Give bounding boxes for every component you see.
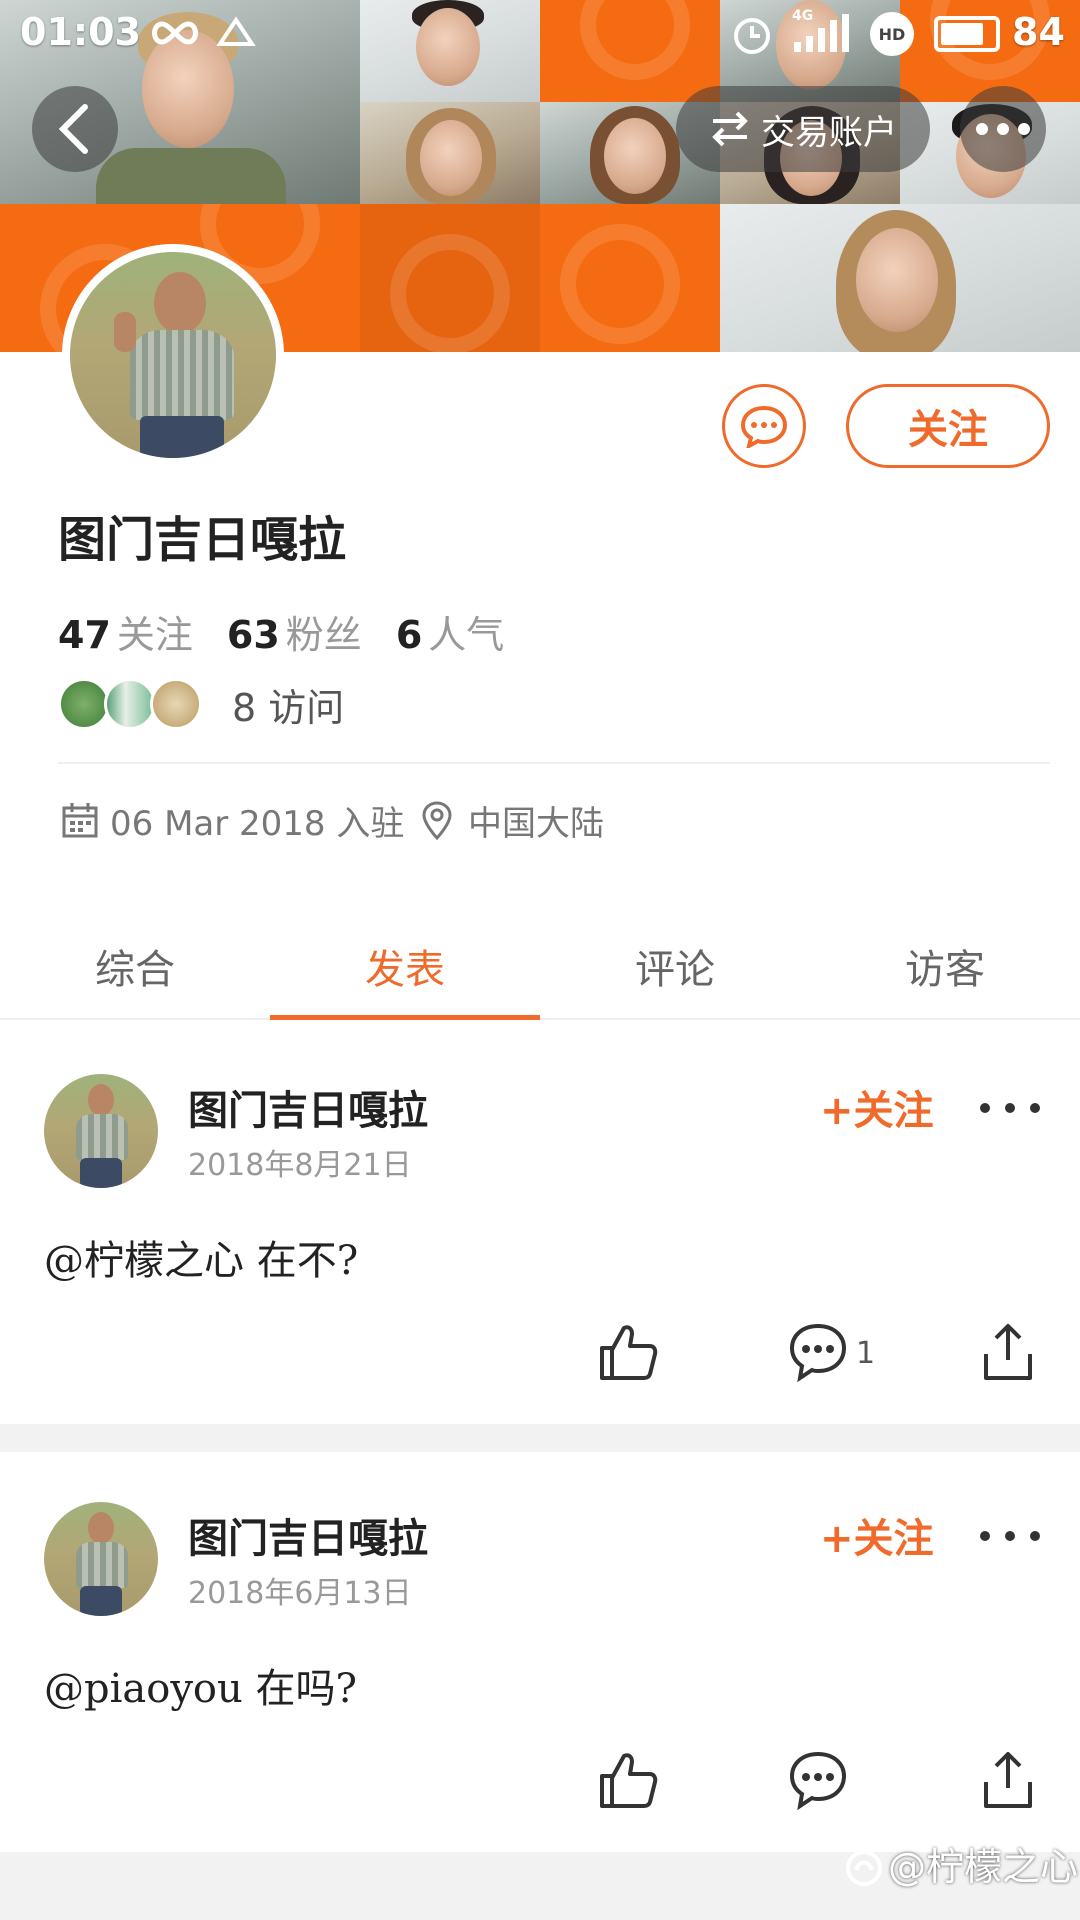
share-icon (984, 1324, 1032, 1380)
post-author-name[interactable]: 图门吉日嘎拉 (188, 1078, 428, 1136)
back-arrow-icon (58, 104, 88, 154)
post-item: 图门吉日嘎拉 2018年8月21日 +关注 @柠檬之心 在不? 1 (0, 1022, 1080, 1424)
post-separator (0, 1424, 1080, 1452)
recent-visitors[interactable]: 8 访问 (58, 676, 344, 732)
back-button[interactable] (32, 86, 118, 172)
battery-level: 84 (1012, 10, 1065, 54)
thumbs-up-icon (600, 1325, 658, 1380)
post-author-avatar[interactable] (44, 1074, 158, 1188)
comment-button[interactable] (786, 1748, 850, 1812)
hd-label: HD (878, 24, 906, 44)
visitor-avatar (150, 678, 202, 730)
visits-count: 8 访问 (232, 685, 345, 730)
following-label[interactable]: 关注 (117, 604, 193, 659)
location: 中国大陆 (420, 796, 604, 844)
post-date: 2018年8月21日 (188, 1148, 412, 1183)
post-content[interactable]: @piaoyou 在吗? (44, 1656, 357, 1714)
share-icon (984, 1752, 1032, 1808)
comment-bubble-icon (789, 1751, 847, 1811)
post-item: 图门吉日嘎拉 2018年6月13日 +关注 @piaoyou 在吗? (0, 1452, 1080, 1852)
more-button[interactable] (960, 86, 1046, 172)
tab-overview[interactable]: 综合 (0, 920, 270, 1018)
location-text: 中国大陆 (468, 803, 604, 844)
comment-button[interactable] (786, 1320, 850, 1384)
join-date: 06 Mar 2018 入驻 (60, 796, 404, 844)
cover-photo (360, 0, 540, 102)
like-button[interactable] (596, 1320, 660, 1384)
tab-visitors[interactable]: 访客 (810, 920, 1080, 1018)
status-time: 01:03 (20, 10, 141, 54)
watermark-logo-icon (842, 1846, 886, 1890)
swap-arrows-icon (712, 111, 748, 147)
following-count[interactable]: 47 (58, 613, 111, 657)
post-follow-button[interactable]: +关注 (820, 1078, 934, 1136)
trade-account-label: 交易账户 (761, 112, 897, 153)
like-button[interactable] (596, 1748, 660, 1812)
network-label: 4G (792, 8, 814, 24)
thumbs-up-icon (600, 1753, 658, 1808)
watermark-text: @柠檬之心 (888, 1845, 1079, 1889)
divider (58, 762, 1050, 764)
hd-icon: HD (870, 12, 914, 56)
post-more-button[interactable] (980, 1098, 1040, 1118)
visitor-avatar (104, 678, 156, 730)
trade-account-button[interactable]: 交易账户 (676, 86, 930, 172)
join-date-text: 06 Mar 2018 入驻 (110, 803, 405, 844)
popularity-count: 6 (395, 613, 423, 657)
post-author-avatar[interactable] (44, 1502, 158, 1616)
post-content[interactable]: @柠檬之心 在不? (44, 1228, 358, 1286)
share-button[interactable] (976, 1320, 1040, 1384)
comment-bubble-icon (789, 1323, 847, 1383)
share-button[interactable] (976, 1748, 1040, 1812)
battery-icon (934, 16, 1000, 52)
comment-count: 1 (856, 1336, 876, 1371)
profile-stats: 47 关注 63 粉丝 6 人气 (58, 604, 538, 659)
chat-bubble-icon (740, 405, 788, 448)
profile-username: 图门吉日嘎拉 (58, 512, 347, 568)
message-button[interactable] (722, 384, 806, 468)
signal-icon: 4G (790, 8, 850, 54)
tab-comments[interactable]: 评论 (540, 920, 810, 1018)
post-author-name[interactable]: 图门吉日嘎拉 (188, 1506, 428, 1564)
fans-count[interactable]: 63 (227, 613, 280, 657)
bird-icon (216, 14, 256, 52)
post-date: 2018年6月13日 (188, 1576, 412, 1611)
fans-label[interactable]: 粉丝 (286, 604, 362, 659)
infinity-icon (150, 18, 200, 48)
tab-posts[interactable]: 发表 (270, 920, 540, 1020)
location-pin-icon (422, 801, 452, 840)
post-more-button[interactable] (980, 1526, 1040, 1546)
post-follow-button[interactable]: +关注 (820, 1506, 934, 1564)
popularity-label: 人气 (428, 613, 505, 657)
more-dots-icon (976, 123, 1030, 135)
profile-avatar[interactable] (62, 244, 284, 466)
visitor-avatar (58, 678, 110, 730)
profile-tabs: 综合 发表 评论 访客 (0, 920, 1080, 1020)
alarm-icon (730, 12, 774, 56)
calendar-icon (62, 803, 98, 838)
follow-button[interactable]: 关注 (846, 384, 1050, 468)
